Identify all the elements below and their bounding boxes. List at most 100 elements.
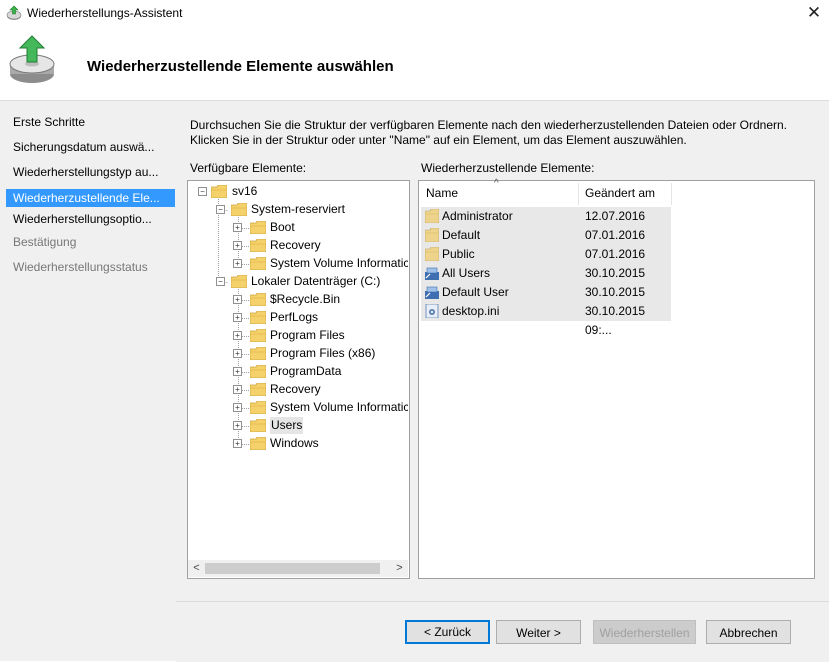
next-button[interactable]: Weiter > [496,620,581,644]
folder-icon [250,347,266,360]
tree-node-label: System Volume Informatic [270,400,408,414]
item-name: All Users [442,266,491,280]
column-divider[interactable] [671,183,672,205]
column-header-modified[interactable]: Geändert am [585,181,655,206]
folder-icon [425,228,439,242]
item-name: desktop.ini [442,304,500,318]
instructions-text: Durchsuchen Sie die Struktur der verfügb… [190,118,790,148]
close-button[interactable]: ✕ [800,2,828,24]
restore-drive-icon [9,35,55,83]
list-item[interactable]: Administrator 12.07.2016 08:... [421,207,671,242]
tree-node-label: System Volume Informatic [270,256,408,270]
list-item[interactable]: Public 07.01.2016 09:... [421,245,671,280]
page-title: Wiederherzustellende Elemente auswählen [87,58,394,75]
scroll-left-arrow-icon[interactable]: < [188,560,205,577]
tree-node-recovery-1[interactable]: + Recovery [233,237,408,254]
expand-icon[interactable]: + [233,223,242,232]
shortcut-folder-icon [425,286,439,299]
expand-icon[interactable]: + [233,367,242,376]
tree-node-boot[interactable]: + Boot [233,219,408,236]
list-item[interactable]: desktop.ini 30.10.2015 09:... [421,302,671,337]
tree-node-recovery-2[interactable]: + Recovery [233,381,408,398]
expand-icon[interactable]: + [233,349,242,358]
folder-icon [250,401,266,414]
folder-icon [250,419,266,432]
list-item[interactable]: All Users 30.10.2015 09:... [421,264,671,299]
tree-node-system-volume-info-2[interactable]: + System Volume Informatic [233,399,408,416]
folder-icon [231,203,247,216]
shortcut-folder-icon [425,267,439,280]
tree-horizontal-scrollbar[interactable]: < > [188,560,408,577]
tree-node-program-files[interactable]: + Program Files [233,327,408,344]
expand-icon[interactable]: + [233,259,242,268]
expand-icon[interactable]: + [233,241,242,250]
expand-icon[interactable]: + [233,439,242,448]
wizard-header: Wiederherzustellende Elemente auswählen [0,26,829,101]
folder-icon [250,221,266,234]
collapse-icon[interactable]: − [216,277,225,286]
tree-node-label: $Recycle.Bin [270,292,341,306]
restore-button: Wiederherstellen [593,620,696,644]
tree-node-label: Recovery [270,238,321,252]
tree-node-label: System-reserviert [251,202,346,216]
settings-file-icon [425,304,439,318]
tree-node-windows[interactable]: + Windows [233,435,408,452]
item-name: Public [442,247,475,261]
step-select-items[interactable]: Wiederherzustellende Ele... [6,189,175,207]
expand-icon[interactable]: + [233,331,242,340]
folder-icon [250,239,266,252]
step-recovery-options[interactable]: Wiederherstellungsoptio... [13,212,152,226]
window-title: Wiederherstellungs-Assistent [27,6,183,20]
collapse-icon[interactable]: − [216,205,225,214]
folder-icon [250,437,266,450]
cancel-button[interactable]: Abbrechen [706,620,791,644]
tree-node-programdata[interactable]: + ProgramData [233,363,408,380]
wizard-steps-sidebar [0,101,176,661]
tree-node-program-files-x86[interactable]: + Program Files (x86) [233,345,408,362]
item-name: Default [442,228,481,242]
tree-node-sv16[interactable]: − sv16 [196,183,396,200]
tree-node-label: Users [270,417,304,434]
tree-node-system-reserved[interactable]: − System-reserviert [214,201,404,218]
expand-icon[interactable]: + [233,421,242,430]
folder-icon [250,311,266,324]
tree-node-label: Program Files (x86) [270,346,376,360]
list-item[interactable]: Default 07.01.2016 09:... [421,226,671,261]
tree-node-label: ProgramData [270,364,342,378]
column-header-name[interactable]: Name [426,181,458,206]
scroll-right-arrow-icon[interactable]: > [391,560,408,577]
tree-node-local-disk-c[interactable]: − Lokaler Datenträger (C:) [214,273,404,290]
step-select-backup-date[interactable]: Sicherungsdatum auswä... [13,140,154,154]
tree-node-recycle-bin[interactable]: + $Recycle.Bin [233,291,408,308]
step-getting-started[interactable]: Erste Schritte [13,115,85,129]
step-select-recovery-type[interactable]: Wiederherstellungstyp au... [13,165,158,179]
folder-icon [250,257,266,270]
expand-icon[interactable]: + [233,385,242,394]
tree-node-label: Lokaler Datenträger (C:) [251,274,381,288]
tree-node-label: sv16 [232,184,258,198]
back-button[interactable]: < Zurück [405,620,490,644]
tree-node-label: PerfLogs [270,310,319,324]
list-item[interactable]: Default User 30.10.2015 09:... [421,283,671,318]
instructions-line-1: Durchsuchen Sie die Struktur der verfügb… [190,118,788,132]
tree-node-label: Boot [270,220,295,234]
sort-ascending-icon: ^ [494,178,499,189]
folder-icon [250,383,266,396]
instructions-line-2: Klicken Sie in der Struktur oder unter "… [190,133,687,147]
expand-icon[interactable]: + [233,313,242,322]
column-divider[interactable] [578,183,579,205]
folder-icon [250,329,266,342]
backup-app-icon [6,5,22,20]
available-items-label: Verfügbare Elemente: [190,161,307,175]
tree-node-perflogs[interactable]: + PerfLogs [233,309,408,326]
folder-icon [425,247,439,261]
tree-node-users[interactable]: + Users [233,417,408,434]
restore-items-label: Wiederherzustellende Elemente: [421,161,595,175]
expand-icon[interactable]: + [233,295,242,304]
item-name: Administrator [442,209,513,223]
tree-node-system-volume-info-1[interactable]: + System Volume Informatic [233,255,408,272]
scrollbar-thumb[interactable] [205,563,380,574]
expand-icon[interactable]: + [233,403,242,412]
collapse-icon[interactable]: − [198,187,207,196]
step-confirmation: Bestätigung [13,235,77,249]
